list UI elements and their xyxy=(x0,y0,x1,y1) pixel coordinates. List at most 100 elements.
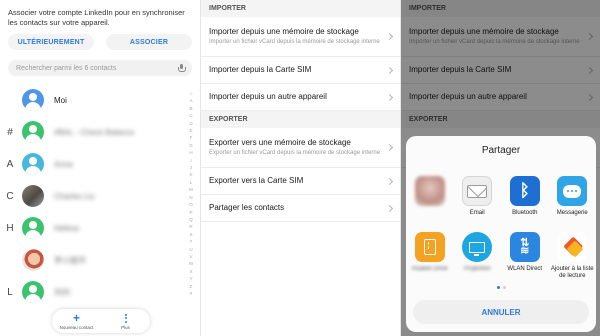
alphabet-index[interactable]: ☆ A B C D E F G H I J K L M N O P Q R S T U V W X Y Z # xyxy=(187,90,195,297)
share-sheet-title: Partager xyxy=(481,145,521,156)
share-screen: IMPORTER Importer depuis une mémoire de … xyxy=(400,0,600,336)
chevron-right-icon xyxy=(385,66,394,74)
index-letter[interactable]: W xyxy=(189,260,193,267)
index-letter[interactable]: R xyxy=(189,223,192,230)
index-letter[interactable]: J xyxy=(190,164,192,171)
share-app-blurred[interactable] xyxy=(406,176,454,226)
index-letter[interactable]: # xyxy=(190,290,193,297)
app-label: Bluetooth xyxy=(512,210,538,216)
index-letter[interactable]: K xyxy=(189,171,192,178)
later-button[interactable]: ULTÉRIEUREMENT xyxy=(8,34,94,50)
app-label: WLAN Direct xyxy=(507,266,543,272)
index-letter[interactable]: U xyxy=(189,246,192,253)
avatar xyxy=(22,121,44,143)
index-letter[interactable]: E xyxy=(189,127,192,134)
app-label: Email xyxy=(469,210,485,216)
contact-row[interactable]: L 刘刘 xyxy=(0,276,185,308)
contact-name: Hélène xyxy=(54,223,80,233)
app-label: Ajouter à la liste de lecture xyxy=(550,266,594,279)
share-contacts-item[interactable]: Partager les contacts xyxy=(201,195,400,222)
page-indicator xyxy=(406,286,596,289)
bluetooth-icon: ᛒ xyxy=(509,176,540,206)
index-letter[interactable]: H xyxy=(189,149,192,156)
index-letter[interactable]: ☆ xyxy=(189,90,193,97)
associate-button[interactable]: ASSOCIER xyxy=(106,34,192,50)
chevron-right-icon xyxy=(385,93,394,101)
share-app-reading-list[interactable]: Ajouter à la liste de lecture xyxy=(549,232,597,282)
contact-row[interactable]: A Anna xyxy=(0,148,185,180)
index-letter[interactable]: S xyxy=(189,231,192,238)
import-from-device-item[interactable]: Importer depuis un autre appareil xyxy=(201,84,400,111)
index-letter[interactable]: N xyxy=(189,194,192,201)
index-letter[interactable]: Z xyxy=(190,283,193,290)
item-subtitle: Exporter un fichier vCard depuis la mémo… xyxy=(209,150,381,156)
avatar xyxy=(22,281,44,303)
item-title: Importer depuis la Carte SIM xyxy=(209,65,312,74)
section-letter: L xyxy=(7,286,13,298)
microphone-icon[interactable] xyxy=(178,63,186,73)
import-from-sim-item[interactable]: Importer depuis la Carte SIM xyxy=(201,57,400,84)
avatar-photo xyxy=(22,249,44,271)
share-app-messaging[interactable]: Messagerie xyxy=(549,176,597,226)
item-title: Exporter vers une mémoire de stockage xyxy=(209,138,351,147)
section-letter: # xyxy=(7,126,13,138)
item-title: Exporter vers la Carte SIM xyxy=(209,176,304,185)
index-letter[interactable]: P xyxy=(189,209,192,216)
new-contact-button[interactable]: + Nouveau contact xyxy=(52,309,101,333)
index-letter[interactable]: C xyxy=(189,112,192,119)
index-letter[interactable]: I xyxy=(190,157,191,164)
contact-row[interactable]: 李小姐华 xyxy=(0,244,185,276)
share-app-drive[interactable]: Huawei Drive xyxy=(406,232,454,282)
index-letter[interactable]: X xyxy=(189,268,192,275)
item-title: Partager les contacts xyxy=(209,203,285,212)
item-title: Importer depuis une mémoire de stockage xyxy=(209,27,359,36)
avatar xyxy=(22,217,44,239)
import-section-header: IMPORTER xyxy=(201,0,400,17)
index-letter[interactable]: B xyxy=(189,105,192,112)
index-letter[interactable]: M xyxy=(189,186,193,193)
export-to-sim-item[interactable]: Exporter vers la Carte SIM xyxy=(201,168,400,195)
avatar-photo xyxy=(22,185,44,207)
cancel-button[interactable]: ANNULER xyxy=(413,300,589,324)
chevron-right-icon xyxy=(385,177,394,185)
more-vert-icon xyxy=(124,313,127,324)
share-app-projection[interactable]: Projection xyxy=(454,232,502,282)
index-letter[interactable]: T xyxy=(190,238,193,245)
contact-name: Anna xyxy=(54,159,73,169)
export-to-storage-item[interactable]: Exporter vers une mémoire de stockage Ex… xyxy=(201,128,400,168)
more-button[interactable]: Plus xyxy=(101,309,150,333)
contact-row[interactable]: H Hélène xyxy=(0,212,185,244)
index-letter[interactable]: F xyxy=(190,134,193,141)
contact-name: Moi xyxy=(54,95,67,105)
share-app-bluetooth[interactable]: ᛒ Bluetooth xyxy=(501,176,549,226)
search-input[interactable]: Rechercher parmi les 6 contacts xyxy=(8,60,192,76)
index-letter[interactable]: D xyxy=(189,120,192,127)
import-export-screen: IMPORTER Importer depuis une mémoire de … xyxy=(200,0,400,336)
chevron-right-icon xyxy=(385,32,394,41)
contact-row[interactable]: C Charles Liu xyxy=(0,180,185,212)
search-placeholder: Rechercher parmi les 6 contacts xyxy=(16,64,117,72)
section-letter: A xyxy=(6,158,14,170)
contact-row[interactable]: Moi xyxy=(0,84,185,116)
share-app-email[interactable]: Email xyxy=(454,176,502,226)
contact-row[interactable]: # #BAL - Check Balance xyxy=(0,116,185,148)
avatar xyxy=(22,153,44,175)
index-letter[interactable]: Q xyxy=(189,216,193,223)
contact-name: #BAL - Check Balance xyxy=(54,127,135,137)
share-app-wlan-direct[interactable]: ⇅ ≋ WLAN Direct xyxy=(501,232,549,282)
share-apps-grid: Email ᛒ Bluetooth Messagerie Huawei Driv… xyxy=(406,176,596,282)
import-from-storage-item[interactable]: Importer depuis une mémoire de stockage … xyxy=(201,17,400,57)
contact-name: Charles Liu xyxy=(54,191,95,201)
index-letter[interactable]: G xyxy=(189,142,193,149)
app-label: Huawei Drive xyxy=(411,266,448,272)
export-section-header: EXPORTER xyxy=(201,111,400,128)
index-letter[interactable]: Y xyxy=(189,275,192,282)
blurred-app-icon xyxy=(414,176,445,206)
index-letter[interactable]: O xyxy=(189,201,193,208)
index-letter[interactable]: L xyxy=(190,179,193,186)
index-letter[interactable]: V xyxy=(189,253,192,260)
list-icon xyxy=(557,232,588,262)
index-letter[interactable]: A xyxy=(189,97,192,104)
app-label: Projection xyxy=(463,266,491,272)
bottom-action-bar: + Nouveau contact Plus xyxy=(52,309,150,333)
